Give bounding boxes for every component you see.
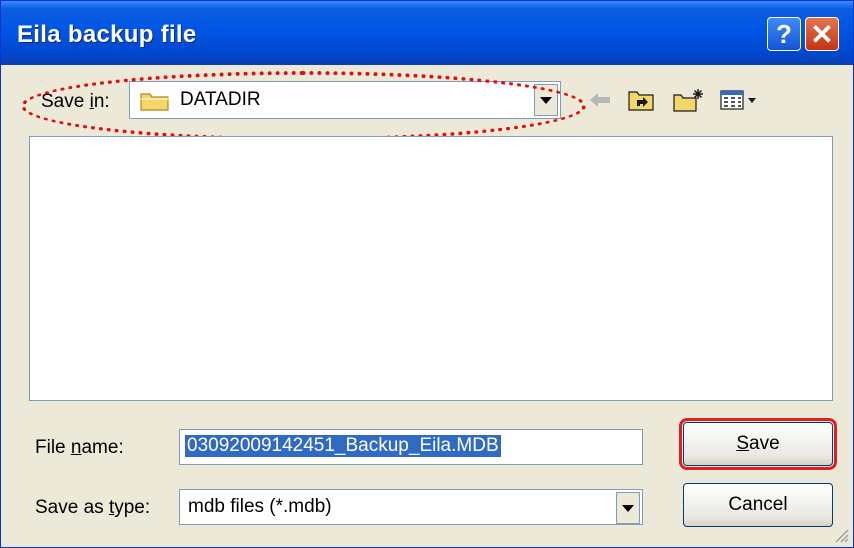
view-menu-button[interactable]	[717, 83, 761, 117]
up-folder-button[interactable]	[623, 83, 659, 117]
file-name-label: File name:	[35, 437, 124, 458]
save-in-label: Save in:	[41, 91, 110, 112]
dialog-title: Eila backup file	[17, 21, 197, 48]
file-name-value: 03092009142451_Backup_Eila.MDB	[185, 435, 501, 457]
file-list[interactable]	[29, 136, 833, 401]
save-dialog: Eila backup file ? ✕ Save in: DATADIR Fi…	[0, 0, 854, 548]
save-in-dropdown-button[interactable]	[534, 84, 558, 116]
chevron-down-icon	[622, 504, 634, 512]
back-button[interactable]	[585, 83, 615, 117]
save-as-type-dropdown[interactable]: mdb files (*.mdb)	[179, 489, 643, 525]
view-menu-icon	[720, 90, 756, 110]
new-folder-button[interactable]	[669, 83, 709, 117]
save-as-type-value: mdb files (*.mdb)	[188, 496, 332, 517]
up-folder-icon	[628, 91, 654, 111]
new-folder-icon	[673, 89, 703, 112]
save-as-type-label: Save as type:	[35, 497, 151, 518]
save-in-value: DATADIR	[180, 89, 261, 110]
chevron-down-icon	[540, 96, 552, 104]
save-in-dropdown[interactable]: DATADIR	[129, 81, 561, 119]
save-button[interactable]: Save	[679, 418, 837, 470]
folder-icon	[140, 93, 169, 111]
cancel-button[interactable]: Cancel	[683, 483, 833, 527]
file-name-input[interactable]: 03092009142451_Backup_Eila.MDB	[179, 429, 643, 465]
save-as-type-dropdown-button[interactable]	[616, 492, 640, 524]
title-bar[interactable]: Eila backup file ? ✕	[1, 1, 853, 65]
help-button[interactable]: ?	[767, 17, 801, 51]
back-arrow-icon	[590, 93, 610, 107]
resize-grip-icon[interactable]	[833, 527, 849, 543]
close-button[interactable]: ✕	[805, 17, 839, 51]
